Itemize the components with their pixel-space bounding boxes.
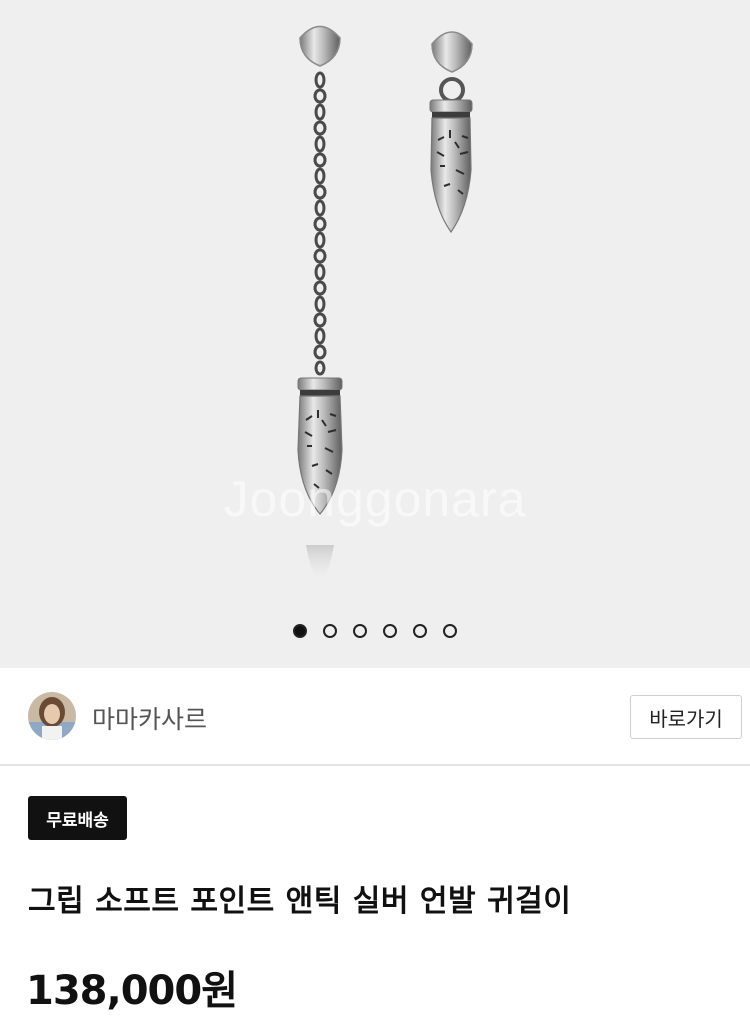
slide-dot-5[interactable] — [413, 624, 427, 638]
product-title: 그립 소프트 포인트 앤틱 실버 언발 귀걸이 — [28, 884, 572, 919]
slide-indicator — [0, 624, 750, 638]
watermark: Joonggonara — [223, 471, 527, 527]
free-shipping-badge: 무료배송 — [28, 796, 127, 840]
slide-dot-4[interactable] — [383, 624, 397, 638]
slide-dot-3[interactable] — [353, 624, 367, 638]
seller-name[interactable]: 마마카사르 — [92, 700, 207, 736]
product-price: 138,000원 — [26, 968, 238, 1014]
seller-avatar[interactable] — [28, 692, 76, 740]
visit-shop-button[interactable]: 바로가기 — [630, 695, 742, 739]
seller-row: 마마카사르 바로가기 — [0, 668, 750, 766]
slide-dot-2[interactable] — [323, 624, 337, 638]
earring-image — [297, 25, 473, 585]
avatar-image — [28, 692, 76, 740]
slide-dot-1[interactable] — [293, 624, 307, 638]
product-image-gallery[interactable]: Joonggonara — [0, 0, 750, 668]
slide-dot-6[interactable] — [443, 624, 457, 638]
